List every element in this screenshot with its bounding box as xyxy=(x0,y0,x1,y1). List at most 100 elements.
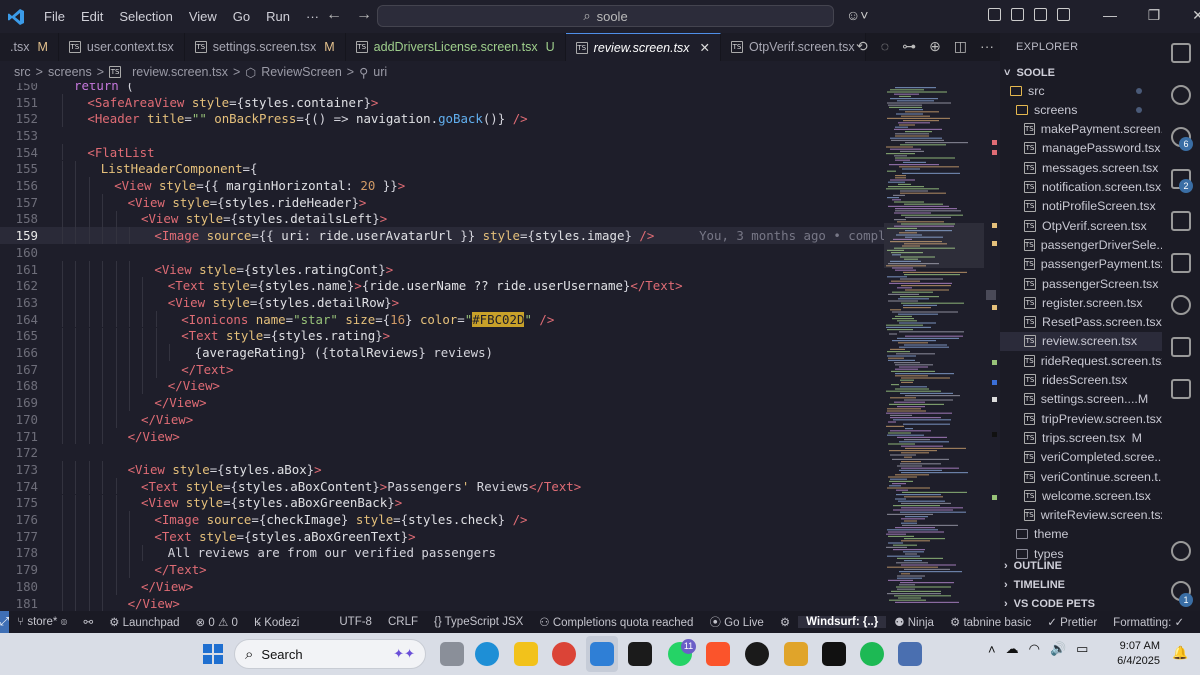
remote-explorer-icon[interactable] xyxy=(1171,253,1191,273)
launchpad[interactable]: ⚙ Launchpad xyxy=(101,615,187,629)
folder-item[interactable]: src xyxy=(1000,81,1162,100)
menu-file[interactable]: File xyxy=(36,0,73,33)
minimize-button[interactable]: — xyxy=(1088,0,1132,33)
go-live[interactable]: ⦿ Go Live xyxy=(701,614,771,630)
slack-icon[interactable] xyxy=(784,642,808,666)
restore-button[interactable]: ❐ xyxy=(1132,0,1176,33)
kodezi[interactable]: Ꝃ Kodezi xyxy=(246,615,308,630)
code-line[interactable]: 166 {averageRating} ({totalReviews} revie… xyxy=(0,344,884,361)
menu-more[interactable]: ··· xyxy=(298,0,327,33)
code-line[interactable]: 158 <View style={styles.detailsLeft}> xyxy=(0,210,884,228)
file-item[interactable]: TS rideRequest.screen.tsx xyxy=(1000,351,1162,370)
language-mode[interactable]: {} TypeScript JSX xyxy=(426,616,531,628)
windows-start-icon[interactable] xyxy=(203,644,223,664)
clock[interactable]: 9:07 AM 6/4/2025 xyxy=(1105,639,1160,669)
extensions-icon[interactable] xyxy=(1171,211,1191,231)
compare-changes-icon[interactable]: ◌ xyxy=(881,38,889,55)
code-line[interactable]: 181 </View> xyxy=(0,594,884,611)
code-line[interactable]: 153 xyxy=(0,127,884,144)
close-tab-icon[interactable]: ✕ xyxy=(700,40,710,55)
workspace-root[interactable]: ˅ SOOLE xyxy=(1000,63,1162,82)
edge-browser-icon[interactable] xyxy=(475,642,499,666)
code-line[interactable]: 165 <Text style={styles.rating}> xyxy=(0,327,884,345)
toggle-panel-icon[interactable] xyxy=(1034,8,1047,21)
timeline-section[interactable]: › TIMELINE xyxy=(1000,575,1162,594)
code-line[interactable]: 174 <Text style={styles.aBoxContent}>Pass… xyxy=(0,477,884,495)
code-line[interactable]: 169 </View> xyxy=(0,394,884,411)
file-item[interactable]: TS managePassword.tsx xyxy=(1000,139,1162,158)
code-line[interactable]: 171 </View> xyxy=(0,427,884,445)
code-line[interactable]: 160 xyxy=(0,244,884,261)
code-line[interactable]: 179 </Text> xyxy=(0,561,884,578)
code-line[interactable]: 150 return ( xyxy=(0,83,884,94)
copilot-icon[interactable]: ☺˅ xyxy=(846,7,868,23)
breadcrumb-field[interactable]: uri xyxy=(373,65,387,79)
tab-user-context[interactable]: TS user.context.tsx xyxy=(58,33,185,61)
chrome-icon[interactable] xyxy=(552,642,576,666)
file-item[interactable]: TS trips.screen.tsx M xyxy=(1000,428,1162,447)
code-line[interactable]: 173 <View style={styles.aBox}> xyxy=(0,461,884,478)
menu-view[interactable]: View xyxy=(181,0,225,33)
code-line[interactable]: 151 <SafeAreaView style={styles.container… xyxy=(0,93,884,111)
toggle-primary-sidebar-icon[interactable] xyxy=(1011,8,1024,21)
code-line[interactable]: 161 <View style={styles.ratingCont}> xyxy=(0,260,884,278)
code-line[interactable]: 163 <View style={styles.detailRow}> xyxy=(0,294,884,311)
code-line[interactable]: 170 </View> xyxy=(0,411,884,428)
taskbar-search[interactable]: ⌕ Search ✦✦ xyxy=(234,639,426,669)
vscode-taskbar-icon[interactable] xyxy=(590,642,614,666)
code-editor[interactable]: 150 return (151 <SafeAreaView style={style… xyxy=(0,83,884,611)
docker-icon[interactable] xyxy=(1171,337,1191,357)
account-icon[interactable] xyxy=(1171,541,1191,561)
mongodb-icon[interactable] xyxy=(745,642,769,666)
prettier[interactable]: ✓ Prettier xyxy=(1039,615,1105,629)
breadcrumb-symbol[interactable]: ReviewScreen xyxy=(261,65,342,79)
code-line[interactable]: 172 xyxy=(0,444,884,461)
file-item[interactable]: TS OtpVerif.screen.tsx xyxy=(1000,216,1162,235)
breadcrumb-screens[interactable]: screens xyxy=(48,65,92,79)
code-line[interactable]: 155 ListHeaderComponent={ xyxy=(0,160,884,178)
file-item[interactable]: TS veriCompleted.scree... xyxy=(1000,448,1162,467)
customize-layout-icon[interactable] xyxy=(988,8,1001,21)
netflix-icon[interactable] xyxy=(822,642,846,666)
more-actions-icon[interactable]: ··· xyxy=(980,38,994,55)
battery-icon[interactable]: ▭ xyxy=(1076,641,1088,657)
remote-indicator-icon[interactable]: ⤢ xyxy=(0,611,10,633)
file-item[interactable]: TS review.screen.tsx xyxy=(1000,331,1162,351)
code-line[interactable]: 159 <Image source={{ uri: ride.userAvatar… xyxy=(0,227,884,244)
network-app-icon[interactable] xyxy=(898,642,922,666)
formatting-status[interactable]: Formatting: ✓ xyxy=(1105,615,1192,629)
file-item[interactable]: TS notification.screen.tsx xyxy=(1000,178,1162,197)
file-item[interactable]: TS messages.screen.tsx xyxy=(1000,158,1162,177)
code-line[interactable]: 177 <Text style={styles.aBoxGreenText}> xyxy=(0,527,884,545)
task-view-icon[interactable] xyxy=(440,642,464,666)
feedback-icon[interactable]: ⚙ xyxy=(772,615,798,629)
file-item[interactable]: TS writeReview.screen.tsx xyxy=(1000,506,1162,525)
file-item[interactable]: TS veriContinue.screen.t... xyxy=(1000,467,1162,486)
brave-icon[interactable] xyxy=(706,642,730,666)
branch-graph-icon[interactable]: ⊕ xyxy=(929,38,941,55)
code-line[interactable]: 164 <Ionicons name="star" size={16} color… xyxy=(0,310,884,328)
testing-icon[interactable] xyxy=(1171,295,1191,315)
menu-go[interactable]: Go xyxy=(225,0,258,33)
code-line[interactable]: 152 <Header title="" onBackPress={() => n… xyxy=(0,110,884,128)
ninja[interactable]: ⚉ Ninja xyxy=(886,615,942,629)
code-line[interactable]: 176 <Image source={checkImage} style={sty… xyxy=(0,511,884,528)
end-of-line[interactable]: CRLF xyxy=(380,616,426,628)
encoding[interactable]: UTF-8 xyxy=(331,616,380,628)
code-line[interactable]: 175 <View style={styles.aBoxGreenBack}> xyxy=(0,494,884,512)
code-line[interactable]: 157 <View style={styles.rideHeader}> xyxy=(0,193,884,211)
database-icon[interactable] xyxy=(1171,379,1191,399)
volume-icon[interactable]: 🔊 xyxy=(1050,641,1066,657)
code-line[interactable]: 178 All reviews are from our verified pas… xyxy=(0,544,884,562)
forward-arrow-icon[interactable]: → xyxy=(356,6,372,24)
tab-partial[interactable]: .tsx M xyxy=(0,33,59,61)
code-line[interactable]: 156 <View style={{ marginHorizontal: 20 }… xyxy=(0,177,884,194)
file-item[interactable]: TS passengerPayment.tsx xyxy=(1000,255,1162,274)
code-line[interactable]: 180 </View> xyxy=(0,578,884,595)
git-branch[interactable]: ⑂ store* ◎ xyxy=(9,616,75,628)
tabnine[interactable]: ⚙ tabnine basic xyxy=(942,615,1039,629)
outline-section[interactable]: › OUTLINE xyxy=(1000,556,1162,575)
file-item[interactable]: TS welcome.screen.tsx xyxy=(1000,486,1162,505)
file-item[interactable]: TS ridesScreen.tsx xyxy=(1000,371,1162,390)
notification-bell-icon[interactable]: 🔔 xyxy=(1172,645,1188,661)
